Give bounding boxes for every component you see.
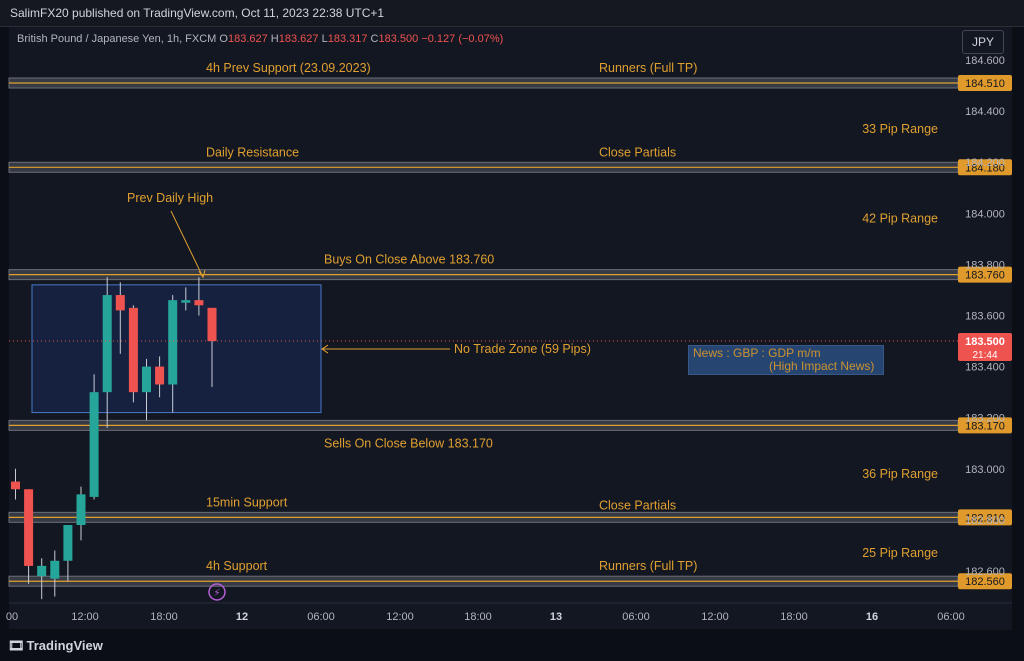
level-right-label: Close Partials	[599, 498, 676, 512]
price-axis-tick: 184.000	[965, 208, 1005, 220]
level-price-label: 184.510	[965, 78, 1005, 90]
open-value: 183.627	[227, 33, 268, 45]
candle-down	[128, 307, 138, 393]
price-chart[interactable]: 4h Prev Support (23.09.2023) Runners (Ful…	[0, 0, 1024, 661]
no-trade-zone-label: No Trade Zone (59 Pips)	[454, 342, 591, 356]
time-axis-tick: 06:00	[622, 611, 650, 623]
footer-bar: 🎞 TradingView	[0, 630, 1024, 661]
level-left-label: Sells On Close Below 183.170	[324, 436, 493, 450]
level-left-label: Buys On Close Above 183.760	[324, 253, 494, 267]
currency-button[interactable]: JPY	[962, 30, 1004, 54]
candle-down	[11, 481, 20, 490]
level-right-label: Runners (Full TP)	[599, 61, 697, 75]
price-axis-tick: 183.600	[965, 311, 1005, 323]
time-axis-tick: 13	[550, 611, 562, 623]
pip-range-label: 33 Pip Range	[862, 122, 938, 136]
level-left-label: 4h Prev Support (23.09.2023)	[206, 61, 371, 75]
candle-up	[76, 494, 86, 526]
time-axis-tick: 16	[866, 611, 878, 623]
pip-range-label: 25 Pip Range	[862, 546, 938, 560]
price-axis-tick: 182.800	[965, 515, 1005, 527]
level-left-label: Daily Resistance	[206, 145, 299, 159]
level-right-label: Close Partials	[599, 145, 676, 159]
candle-up	[102, 295, 112, 393]
level-price-label: 182.560	[965, 576, 1005, 588]
time-axis-tick: 12:00	[386, 611, 414, 623]
price-axis-tick: 182.600	[965, 566, 1005, 578]
price-axis-tick: 183.400	[965, 362, 1005, 374]
close-value: 183.500	[378, 33, 419, 45]
candle-down	[115, 295, 125, 311]
countdown-label: 21:44	[972, 350, 997, 361]
time-axis-tick: 12:00	[71, 611, 99, 623]
time-axis-tick: 18:00	[464, 611, 492, 623]
current-price-label: 183.500	[965, 336, 1005, 348]
candle-up	[142, 366, 151, 393]
symbol-name: British Pound / Japanese Yen, 1h, FXCM	[17, 33, 217, 45]
price-axis-tick: 184.600	[965, 55, 1005, 67]
time-axis-tick: 18:00	[150, 611, 178, 623]
candle-up	[89, 392, 99, 497]
high-value: 183.627	[278, 33, 319, 45]
prev-daily-high-arrow	[170, 210, 204, 278]
prev-daily-high-label: Prev Daily High	[127, 191, 213, 205]
time-axis-tick: 18:00	[780, 611, 808, 623]
lightning-icon: ⚡	[213, 588, 220, 599]
candle-down	[207, 307, 217, 342]
change-value: −0.127 (−0.07%)	[421, 33, 504, 45]
price-axis-tick: 184.200	[965, 157, 1005, 169]
open-label: O	[219, 33, 228, 45]
brand-label: TradingView	[26, 638, 103, 653]
high-label: H	[270, 33, 279, 45]
candle-up	[181, 300, 191, 303]
time-axis-tick: 12	[236, 611, 248, 623]
level-left-label: 4h Support	[206, 559, 268, 573]
news-line-1: News : GBP : GDP m/m	[693, 346, 821, 360]
symbol-legend: British Pound / Japanese Yen, 1h, FXCM O…	[17, 33, 503, 45]
pip-range-label: 42 Pip Range	[862, 211, 938, 225]
low-value: 183.317	[327, 33, 368, 45]
price-axis-tick: 183.800	[965, 259, 1005, 271]
price-axis-tick: 183.000	[965, 464, 1005, 476]
candle-down	[155, 366, 165, 385]
level-right-label: Runners (Full TP)	[599, 559, 697, 573]
candle-up	[50, 560, 60, 579]
level-price-label: 183.760	[965, 270, 1005, 282]
candle-down	[194, 300, 204, 306]
tradingview-mark-icon: 🎞	[8, 638, 24, 653]
candle-up	[37, 565, 47, 577]
candle-down	[24, 489, 34, 566]
time-axis-tick: 06:00	[937, 611, 965, 623]
tradingview-logo[interactable]: 🎞 TradingView	[8, 638, 103, 654]
time-axis-tick: 00	[6, 611, 18, 623]
price-axis-tick: 184.400	[965, 106, 1005, 118]
time-axis-tick: 06:00	[307, 611, 335, 623]
candle-up	[168, 300, 178, 385]
level-left-label: 15min Support	[206, 495, 288, 509]
pip-range-label: 36 Pip Range	[862, 467, 938, 481]
news-line-2: (High Impact News)	[769, 359, 875, 373]
time-axis-tick: 12:00	[701, 611, 729, 623]
candle-up	[63, 525, 73, 561]
news-callout: News : GBP : GDP m/m (High Impact News)	[688, 345, 884, 375]
price-axis-tick: 183.200	[965, 413, 1005, 425]
